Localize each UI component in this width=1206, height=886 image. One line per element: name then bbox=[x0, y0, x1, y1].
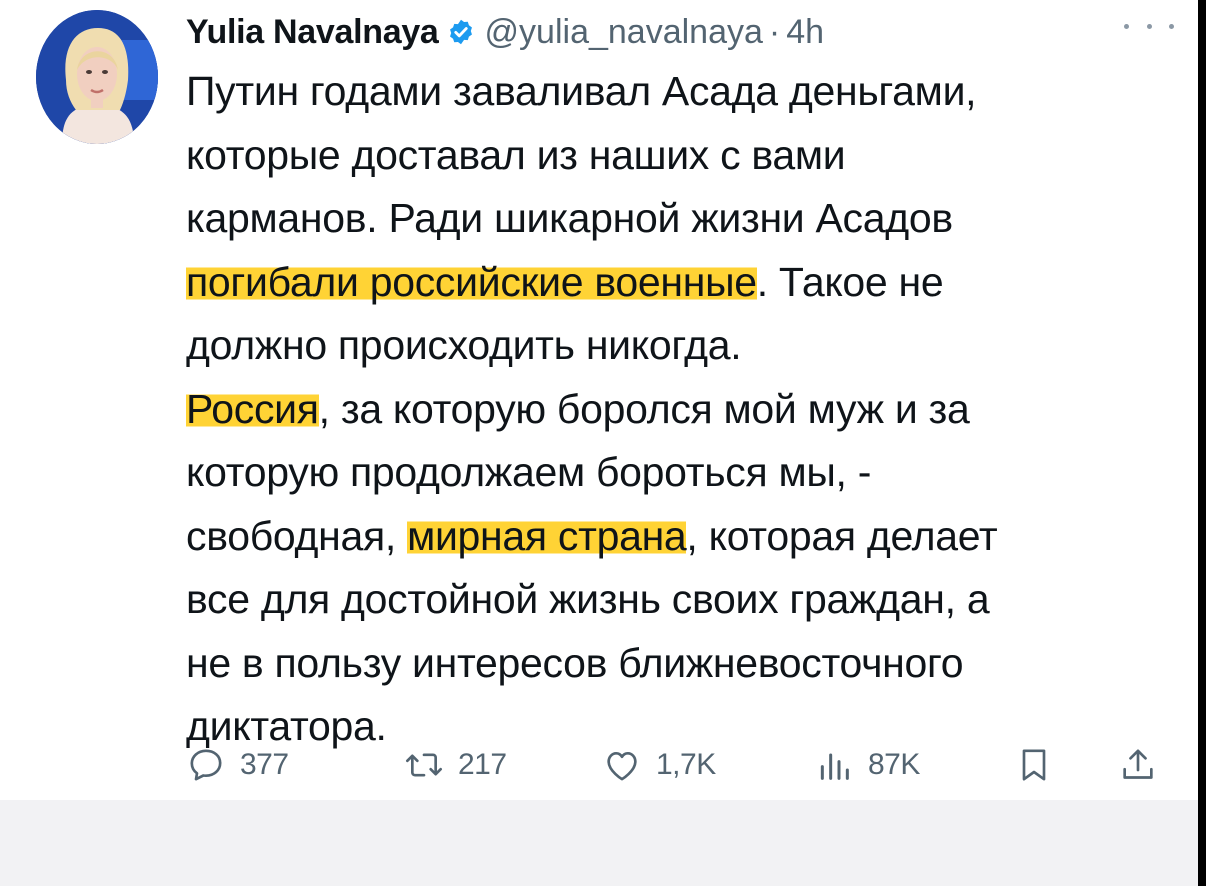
highlighted-text: Россия bbox=[186, 385, 319, 432]
views-button[interactable]: 87K bbox=[814, 740, 920, 790]
views-icon bbox=[820, 753, 849, 780]
tweet-line: погибали российские военные. Такое не bbox=[186, 251, 1146, 315]
reply-button[interactable]: 377 bbox=[186, 740, 289, 790]
tweet-text-segment: не в пользу интересов ближневосточного bbox=[186, 639, 964, 686]
retweet-count: 217 bbox=[458, 748, 507, 781]
like-button[interactable]: 1,7K bbox=[602, 740, 716, 790]
tweet-text-segment: карманов. Ради шикарной жизни Асадов bbox=[186, 195, 953, 241]
reply-count: 377 bbox=[240, 748, 289, 781]
bookmark-icon bbox=[1022, 749, 1046, 781]
tweet-actions: 377 217 1,7K 87K bbox=[0, 740, 1198, 790]
tweet-line: Россия, за которую боролся мой муж и за bbox=[186, 378, 1146, 442]
share-button[interactable] bbox=[1118, 740, 1158, 790]
tweet-line: не в пользу интересов ближневосточного bbox=[186, 632, 1146, 696]
tweet-line: должно происходить никогда. bbox=[186, 314, 1146, 378]
tweet-text-segment: . Такое не bbox=[756, 258, 944, 305]
header-separator: · bbox=[768, 12, 781, 51]
tweet-text-segment: свободная, bbox=[186, 512, 408, 559]
tweet-text-segment: , за которую боролся мой муж и за bbox=[318, 385, 970, 432]
tweet-line: Путин годами заваливал Асада деньгами, bbox=[186, 60, 1146, 124]
tweet-text-segment: , которая делает bbox=[686, 512, 998, 559]
tweet-line: свободная, мирная страна, которая делает bbox=[186, 505, 1146, 569]
like-count: 1,7K bbox=[656, 748, 716, 781]
tweet-text-segment: которую продолжаем бороться мы, - bbox=[186, 449, 872, 495]
tweet-text-segment: которые доставал из наших с вами bbox=[186, 131, 846, 178]
retweet-button[interactable]: 217 bbox=[404, 740, 507, 790]
tweet-text-segment: должно происходить никогда. bbox=[186, 322, 742, 368]
tweet-line: карманов. Ради шикарной жизни Асадов bbox=[186, 187, 1146, 251]
tweet-text-segment: Путин годами заваливал Асада деньгами, bbox=[186, 68, 977, 114]
more-icon[interactable] bbox=[1124, 16, 1174, 36]
tweet-header: Yulia Navalnaya @yulia_navalnaya · 4h bbox=[186, 10, 824, 54]
highlighted-text: погибали российские военные bbox=[186, 258, 757, 305]
avatar[interactable] bbox=[36, 10, 158, 144]
tweet-text-segment: все для достойной жизнь своих граждан, а bbox=[186, 576, 990, 622]
share-icon bbox=[1123, 749, 1153, 779]
tweet-line: которые доставал из наших с вами bbox=[186, 124, 1146, 188]
reply-icon bbox=[190, 749, 222, 781]
retweet-icon bbox=[406, 753, 442, 777]
tweet-timestamp[interactable]: 4h bbox=[786, 13, 824, 52]
author-handle[interactable]: @yulia_navalnaya bbox=[485, 13, 763, 52]
views-count: 87K bbox=[868, 748, 920, 781]
highlighted-text: мирная страна bbox=[407, 512, 687, 559]
bookmark-button[interactable] bbox=[1014, 740, 1054, 790]
screen-edge bbox=[1198, 0, 1206, 886]
avatar-photo bbox=[36, 10, 158, 144]
author-name[interactable]: Yulia Navalnaya bbox=[186, 13, 439, 52]
like-icon bbox=[607, 752, 637, 781]
verified-badge-icon bbox=[447, 18, 475, 46]
tweet-line: все для достойной жизнь своих граждан, а bbox=[186, 568, 1146, 632]
tweet-card: Yulia Navalnaya @yulia_navalnaya · 4h Пу… bbox=[0, 0, 1198, 800]
tweet-line: которую продолжаем бороться мы, - bbox=[186, 441, 1146, 505]
tweet-text: Путин годами заваливал Асада деньгами, к… bbox=[186, 60, 1146, 759]
